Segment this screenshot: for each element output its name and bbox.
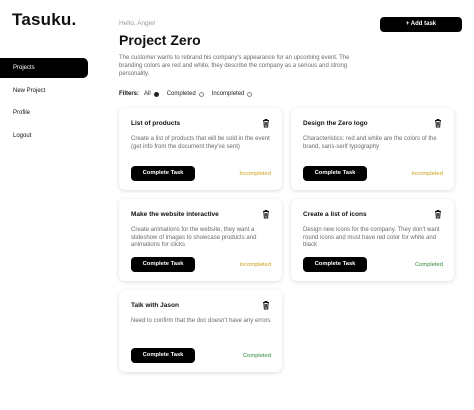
task-title: Make the website interactive [131,211,219,218]
greeting-text: Hello, Angie! [119,20,156,27]
app-logo: Tasuku. [12,10,77,29]
complete-task-button[interactable]: Complete Task [131,348,195,363]
filter-completed-label: Completed [166,91,196,97]
sidebar-item-profile[interactable]: Profile [0,103,88,123]
task-description: Create a list of products that will be s… [131,136,270,150]
radio-selected-icon[interactable] [153,91,159,97]
sidebar-item-logout[interactable]: Logout [0,126,88,146]
task-card: Talk with Jason Need to confirm that the… [119,290,282,372]
filter-all[interactable]: All [144,91,159,97]
filter-all-label: All [144,91,151,97]
filter-incompleted-label: Incompleted [211,91,245,97]
task-card: Design the Zero logo Characteristics: re… [291,108,454,190]
task-title: Talk with Jason [131,302,179,309]
task-status: Completed [414,262,443,268]
task-card: List of products Create a list of produc… [119,108,282,190]
task-card: Make the website interactive Create anim… [119,199,282,281]
filters-bar: Filters: All Completed Incompleted [119,91,260,97]
trash-icon[interactable] [433,209,443,219]
complete-task-button[interactable]: Complete Task [131,257,195,272]
trash-icon[interactable] [261,300,271,310]
task-status: Incompleted [411,171,443,177]
task-description: Create animations for the website, they … [131,227,257,249]
trash-icon[interactable] [433,118,443,128]
task-title: Create a list of icons [303,211,367,218]
task-description: Need to confirm that the doc doesn't hav… [131,318,271,324]
complete-task-button[interactable]: Complete Task [303,257,367,272]
sidebar-item-new-project[interactable]: New Project [0,81,88,101]
filters-label: Filters: [119,91,140,97]
trash-icon[interactable] [261,209,271,219]
task-description: Design new icons for the company. They d… [303,227,440,249]
filter-incompleted[interactable]: Incompleted [212,91,253,97]
task-title: Design the Zero logo [303,120,368,127]
task-status: Incompleted [239,171,271,177]
task-title: List of products [131,120,181,127]
trash-icon[interactable] [261,118,271,128]
complete-task-button[interactable]: Complete Task [303,166,367,181]
radio-unselected-icon[interactable] [198,91,204,97]
task-card: Create a list of icons Design new icons … [291,199,454,281]
add-task-button[interactable]: + Add task [380,17,462,32]
task-status: Incompleted [239,262,271,268]
sidebar-item-projects[interactable]: Projects [0,58,88,78]
page-title: Project Zero [119,32,201,48]
task-status: Completed [242,353,271,359]
radio-unselected-icon[interactable] [247,91,253,97]
project-description: The customer wants to rebrand his compan… [119,55,350,77]
task-description: Characteristics: red and white are the c… [303,136,437,150]
filter-completed[interactable]: Completed [167,91,204,97]
complete-task-button[interactable]: Complete Task [131,166,195,181]
